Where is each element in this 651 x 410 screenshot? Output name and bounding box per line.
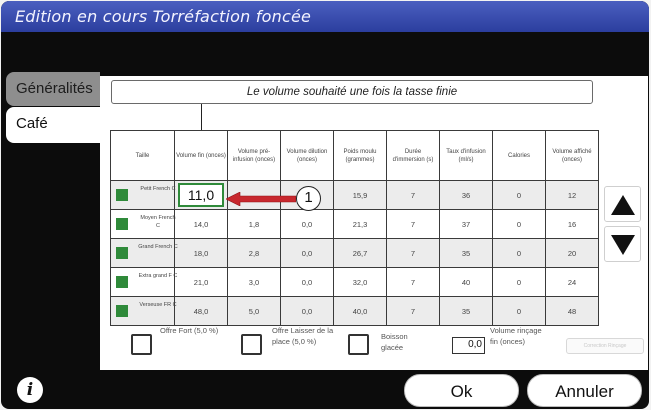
- title-bar: Edition en cours Torréfaction foncée: [1, 1, 649, 32]
- scroll-up-button[interactable]: [604, 186, 641, 222]
- boisson-glacee-checkbox[interactable]: [348, 334, 369, 355]
- table-cell[interactable]: 7: [386, 209, 440, 239]
- table-cell[interactable]: 48: [545, 296, 599, 326]
- table-cell[interactable]: 26,7: [333, 238, 387, 268]
- table-cell[interactable]: 0: [492, 296, 546, 326]
- callout-arrow-icon: [226, 192, 296, 206]
- table-cell[interactable]: 0,0: [280, 267, 334, 297]
- table-cell[interactable]: 37: [439, 209, 493, 239]
- table-cell[interactable]: 20: [545, 238, 599, 268]
- size-indicator: [116, 218, 128, 230]
- table-cell[interactable]: 2,8: [227, 238, 281, 268]
- size-label: Verseuse FR C: [139, 302, 177, 308]
- table-cell[interactable]: 7: [386, 180, 440, 210]
- size-label: Moyen French C: [140, 215, 176, 229]
- size-indicator: [116, 276, 128, 288]
- info-icon[interactable]: i: [17, 377, 43, 403]
- tab-generalites[interactable]: Généralités: [6, 72, 100, 106]
- scroll-down-button[interactable]: [604, 226, 641, 262]
- size-cell[interactable]: Grand French C: [110, 238, 178, 268]
- tab-cafe[interactable]: Café: [6, 107, 107, 143]
- boisson-glacee-label: Boisson glacée: [381, 332, 408, 352]
- table-cell[interactable]: 48,0: [174, 296, 228, 326]
- offre-laisser-checkbox[interactable]: [241, 334, 262, 355]
- window-title: Edition en cours Torréfaction foncée: [15, 7, 312, 26]
- header-calories: Calories: [492, 130, 546, 181]
- size-label: Petit French C: [140, 186, 176, 192]
- size-label: Grand French C: [138, 244, 178, 250]
- table-cell[interactable]: 5,0: [227, 296, 281, 326]
- table-cell[interactable]: 7: [386, 267, 440, 297]
- table-cell[interactable]: 15,9: [333, 180, 387, 210]
- size-indicator: [116, 305, 128, 317]
- rincage-volume-input[interactable]: 0,0: [452, 337, 485, 354]
- table-cell[interactable]: 40,0: [333, 296, 387, 326]
- table-cell[interactable]: 35: [439, 296, 493, 326]
- header-volume-fin: Volume fin (onces): [174, 130, 228, 181]
- table-cell[interactable]: 21,3: [333, 209, 387, 239]
- table-cell[interactable]: 36: [439, 180, 493, 210]
- arrow-down-icon: [611, 235, 635, 255]
- table-cell[interactable]: 0,0: [280, 296, 334, 326]
- selected-volume-field[interactable]: 11,0: [178, 183, 224, 207]
- table-cell[interactable]: 12: [545, 180, 599, 210]
- table-cell[interactable]: 24: [545, 267, 599, 297]
- volume-table: Taille Volume fin (onces) Volume pré-inf…: [110, 130, 599, 326]
- table-cell[interactable]: 0: [492, 209, 546, 239]
- offre-laisser-label: Offre Laisser de la place (5,0 %): [272, 326, 334, 346]
- table-cell[interactable]: 3,0: [227, 267, 281, 297]
- offre-fort-label: Offre Fort (5,0 %): [160, 326, 219, 335]
- header-volume-dilution: Volume dilution (onces): [280, 130, 334, 181]
- header-poids-moulu: Poids moulu (grammes): [333, 130, 387, 181]
- table-header-row: Taille Volume fin (onces) Volume pré-inf…: [110, 130, 599, 181]
- header-volume-affiche: Volume affiché (onces): [545, 130, 599, 181]
- table-cell[interactable]: 0: [492, 238, 546, 268]
- tab-generalites-label: Généralités: [16, 80, 93, 97]
- table-row: Grand French C 18,0 2,8 0,0 26,7 7 35 0 …: [110, 238, 599, 268]
- size-cell[interactable]: Verseuse FR C: [110, 296, 177, 326]
- table-row: Petit French C 11,0 0,0 15,9 7 36 0 12: [110, 180, 599, 210]
- table-row: Moyen French C 14,0 1,8 0,0 21,3 7 37 0 …: [110, 209, 599, 239]
- table-cell[interactable]: 0: [492, 180, 546, 210]
- rincage-volume-label: Volume rinçage fin (onces): [490, 326, 542, 346]
- table-cell[interactable]: 32,0: [333, 267, 387, 297]
- table-cell[interactable]: 0,0: [280, 209, 334, 239]
- table-cell[interactable]: 14,0: [174, 209, 228, 239]
- table-cell[interactable]: 21,0: [174, 267, 228, 297]
- size-cell[interactable]: Extra grand F C: [110, 267, 178, 297]
- table-cell[interactable]: 16: [545, 209, 599, 239]
- arrow-up-icon: [611, 195, 635, 215]
- header-taille: Taille: [110, 130, 175, 181]
- offre-fort-checkbox[interactable]: [131, 334, 152, 355]
- help-banner: Le volume souhaité une fois la tasse fin…: [111, 80, 593, 104]
- table-cell[interactable]: 11,0: [174, 180, 228, 210]
- table-cell[interactable]: 35: [439, 238, 493, 268]
- tab-cafe-label: Café: [16, 115, 48, 132]
- table-cell[interactable]: 0: [492, 267, 546, 297]
- header-duree-immersion: Durée d'immersion (s): [386, 130, 440, 181]
- ok-button[interactable]: Ok: [404, 374, 519, 407]
- size-indicator: [116, 247, 128, 259]
- table-cell[interactable]: 7: [386, 238, 440, 268]
- cancel-button[interactable]: Annuler: [527, 374, 642, 407]
- table-cell[interactable]: 40: [439, 267, 493, 297]
- table-row: Verseuse FR C 48,0 5,0 0,0 40,0 7 35 0 4…: [110, 296, 599, 326]
- size-cell[interactable]: Petit French C: [110, 180, 176, 210]
- correction-rincage-button[interactable]: Correction Rinçage: [566, 338, 644, 354]
- table-row: Extra grand F C 21,0 3,0 0,0 32,0 7 40 0…: [110, 267, 599, 297]
- callout-number: 1: [296, 186, 321, 211]
- header-taux-infusion: Taux d'infusion (ml/s): [439, 130, 493, 181]
- size-indicator: [116, 189, 128, 201]
- table-cell[interactable]: 0,0: [280, 238, 334, 268]
- size-cell[interactable]: Moyen French C: [110, 209, 176, 239]
- table-cell[interactable]: 1,8: [227, 209, 281, 239]
- table-cell[interactable]: 18,0: [174, 238, 228, 268]
- banner-connector: [201, 104, 202, 130]
- size-label: Extra grand F C: [138, 273, 178, 279]
- header-volume-preinfusion: Volume pré-infusion (onces): [227, 130, 281, 181]
- table-cell[interactable]: 7: [386, 296, 440, 326]
